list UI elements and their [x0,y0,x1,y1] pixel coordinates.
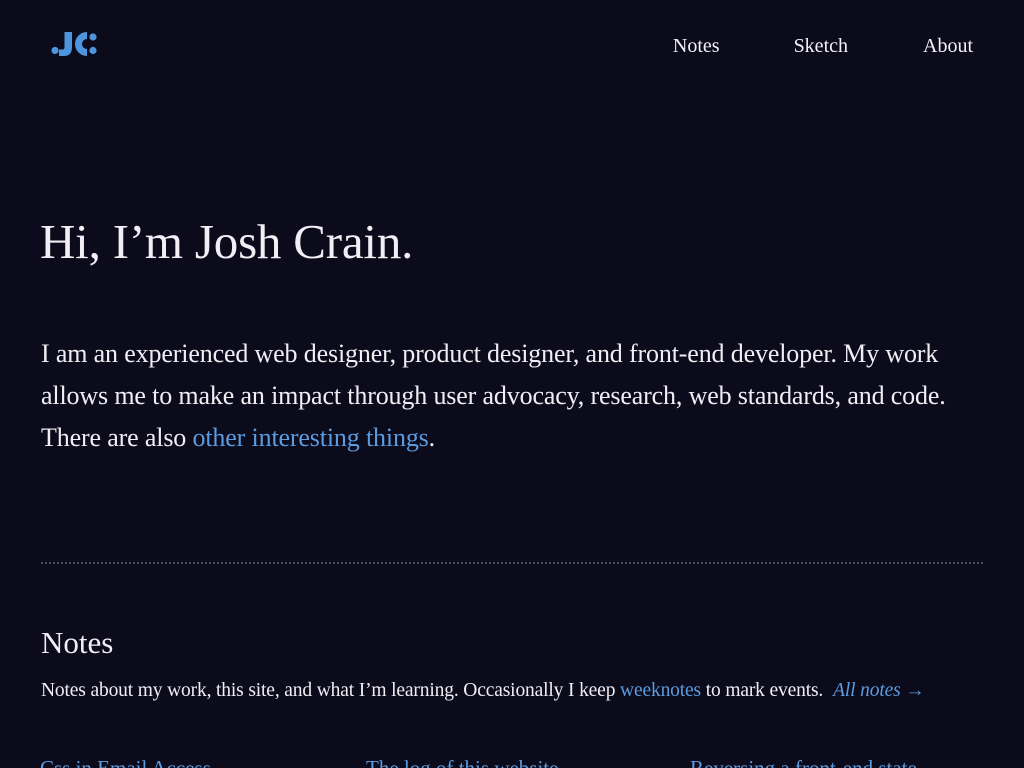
all-notes-link[interactable]: All notes → [833,680,925,701]
hero-title: Hi, I’m Josh Crain. [40,214,414,269]
notes-section-description: Notes about my work, this site, and what… [41,678,925,704]
note-link[interactable]: Css in Email Access [40,756,211,768]
page: Notes Sketch About Hi, I’m Josh Crain. I… [0,0,1024,768]
main-nav: Notes Sketch About [673,34,973,58]
other-interesting-things-link[interactable]: other interesting things [193,423,429,452]
intro-end: . [428,423,436,452]
note-link[interactable]: Reversing a front-end state [690,756,917,768]
section-divider [41,562,983,564]
nav-link-sketch[interactable]: Sketch [794,34,848,58]
jc-monogram-logo-icon [51,32,97,56]
intro-paragraph: I am an experienced web designer, produc… [41,333,991,459]
nav-link-notes[interactable]: Notes [673,34,720,58]
notes-list: Css in Email Access The log of this webs… [40,756,990,768]
notes-desc-after: to mark events. [701,680,824,701]
notes-section-title: Notes [41,625,114,660]
intro-text: I am an experienced web designer, produc… [41,339,946,452]
nav-link-about[interactable]: About [923,34,973,58]
note-link[interactable]: The log of this website [366,756,558,768]
site-header: Notes Sketch About [0,0,1024,90]
notes-desc-before: Notes about my work, this site, and what… [41,680,621,701]
home-logo-link[interactable] [50,32,98,56]
weeknotes-link[interactable]: weeknotes [620,680,701,701]
